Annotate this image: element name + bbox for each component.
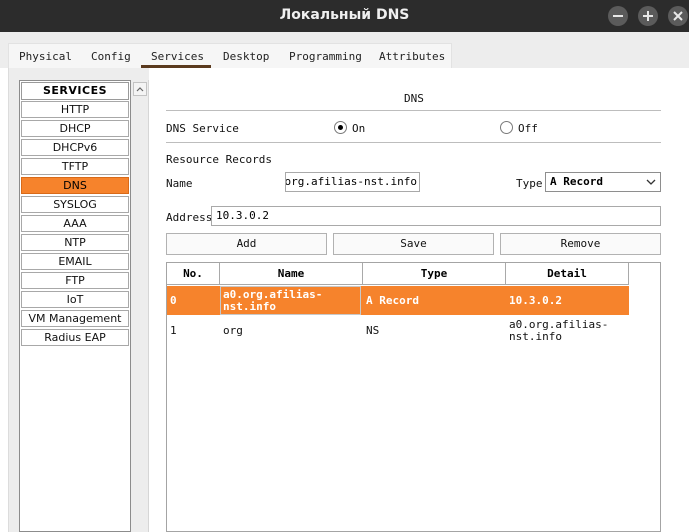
service-item-ftp[interactable]: FTP [21,272,129,289]
plus-icon [643,11,653,21]
service-item-iot[interactable]: IoT [21,291,129,308]
divider [166,110,661,111]
type-select-value: A Record [550,175,603,188]
service-item-syslog[interactable]: SYSLOG [21,196,129,213]
type-label: Type [516,177,543,190]
address-input-value: 10.3.0.2 [216,209,269,222]
column-header-no[interactable]: No. [167,263,220,285]
service-item-dhcpv6[interactable]: DHCPv6 [21,139,129,156]
save-button[interactable]: Save [333,233,494,255]
scroll-up-button[interactable] [133,82,147,96]
minimize-icon [613,15,623,17]
section-title: DNS [404,92,424,105]
type-select[interactable]: A Record [545,172,661,192]
row-type: NS [366,324,380,337]
service-item-email[interactable]: EMAIL [21,253,129,270]
tab-config[interactable]: Config [91,50,131,63]
name-input-value: a0.org.afilias-nst.info [285,175,417,188]
name-label: Name [166,177,193,190]
row-detail: 10.3.0.2 [509,294,562,307]
resource-records-label: Resource Records [166,153,272,166]
row-no: 1 [170,324,177,337]
maximize-button[interactable] [638,6,658,26]
column-header-detail[interactable]: Detail [506,263,629,285]
dns-on-label: On [352,122,366,135]
address-input[interactable]: 10.3.0.2 [211,206,661,226]
chevron-down-icon [646,179,656,185]
dns-off-label: Off [518,122,538,135]
tab-services[interactable]: Services [151,50,204,63]
tab-programming[interactable]: Programming [289,50,362,63]
service-item-dns[interactable]: DNS [21,177,129,194]
service-item-http[interactable]: HTTP [21,101,129,118]
tab-attributes[interactable]: Attributes [379,50,445,63]
add-button[interactable]: Add [166,233,327,255]
minimize-button[interactable] [608,6,628,26]
row-name-cont: nst.info [223,300,276,313]
remove-button[interactable]: Remove [500,233,661,255]
services-scrollbar[interactable] [131,80,149,532]
row-name: org [223,324,243,337]
dns-on-radio[interactable] [334,121,347,134]
address-label: Address [166,211,213,224]
tab-physical[interactable]: Physical [19,50,72,63]
close-icon [673,11,683,21]
chevron-up-icon [136,87,144,92]
service-item-tftp[interactable]: TFTP [21,158,129,175]
window-title: Локальный DNS [279,7,410,23]
tab-desktop[interactable]: Desktop [223,50,269,63]
service-item-dhcp[interactable]: DHCP [21,120,129,137]
service-item-vm-management[interactable]: VM Management [21,310,129,327]
dns-service-label: DNS Service [166,122,239,135]
service-item-aaa[interactable]: AAA [21,215,129,232]
column-header-type[interactable]: Type [363,263,506,285]
close-button[interactable] [668,6,688,26]
service-item-radius-eap[interactable]: Radius EAP [21,329,129,346]
divider [166,142,661,143]
dns-off-radio[interactable] [500,121,513,134]
column-header-name[interactable]: Name [220,263,363,285]
services-header: SERVICES [21,82,129,100]
service-item-ntp[interactable]: NTP [21,234,129,251]
row-detail-cont: nst.info [509,330,562,343]
name-input[interactable]: a0.org.afilias-nst.info [285,172,420,192]
row-no: 0 [170,294,177,307]
row-type: A Record [366,294,419,307]
title-bar: Локальный DNS [0,0,689,32]
